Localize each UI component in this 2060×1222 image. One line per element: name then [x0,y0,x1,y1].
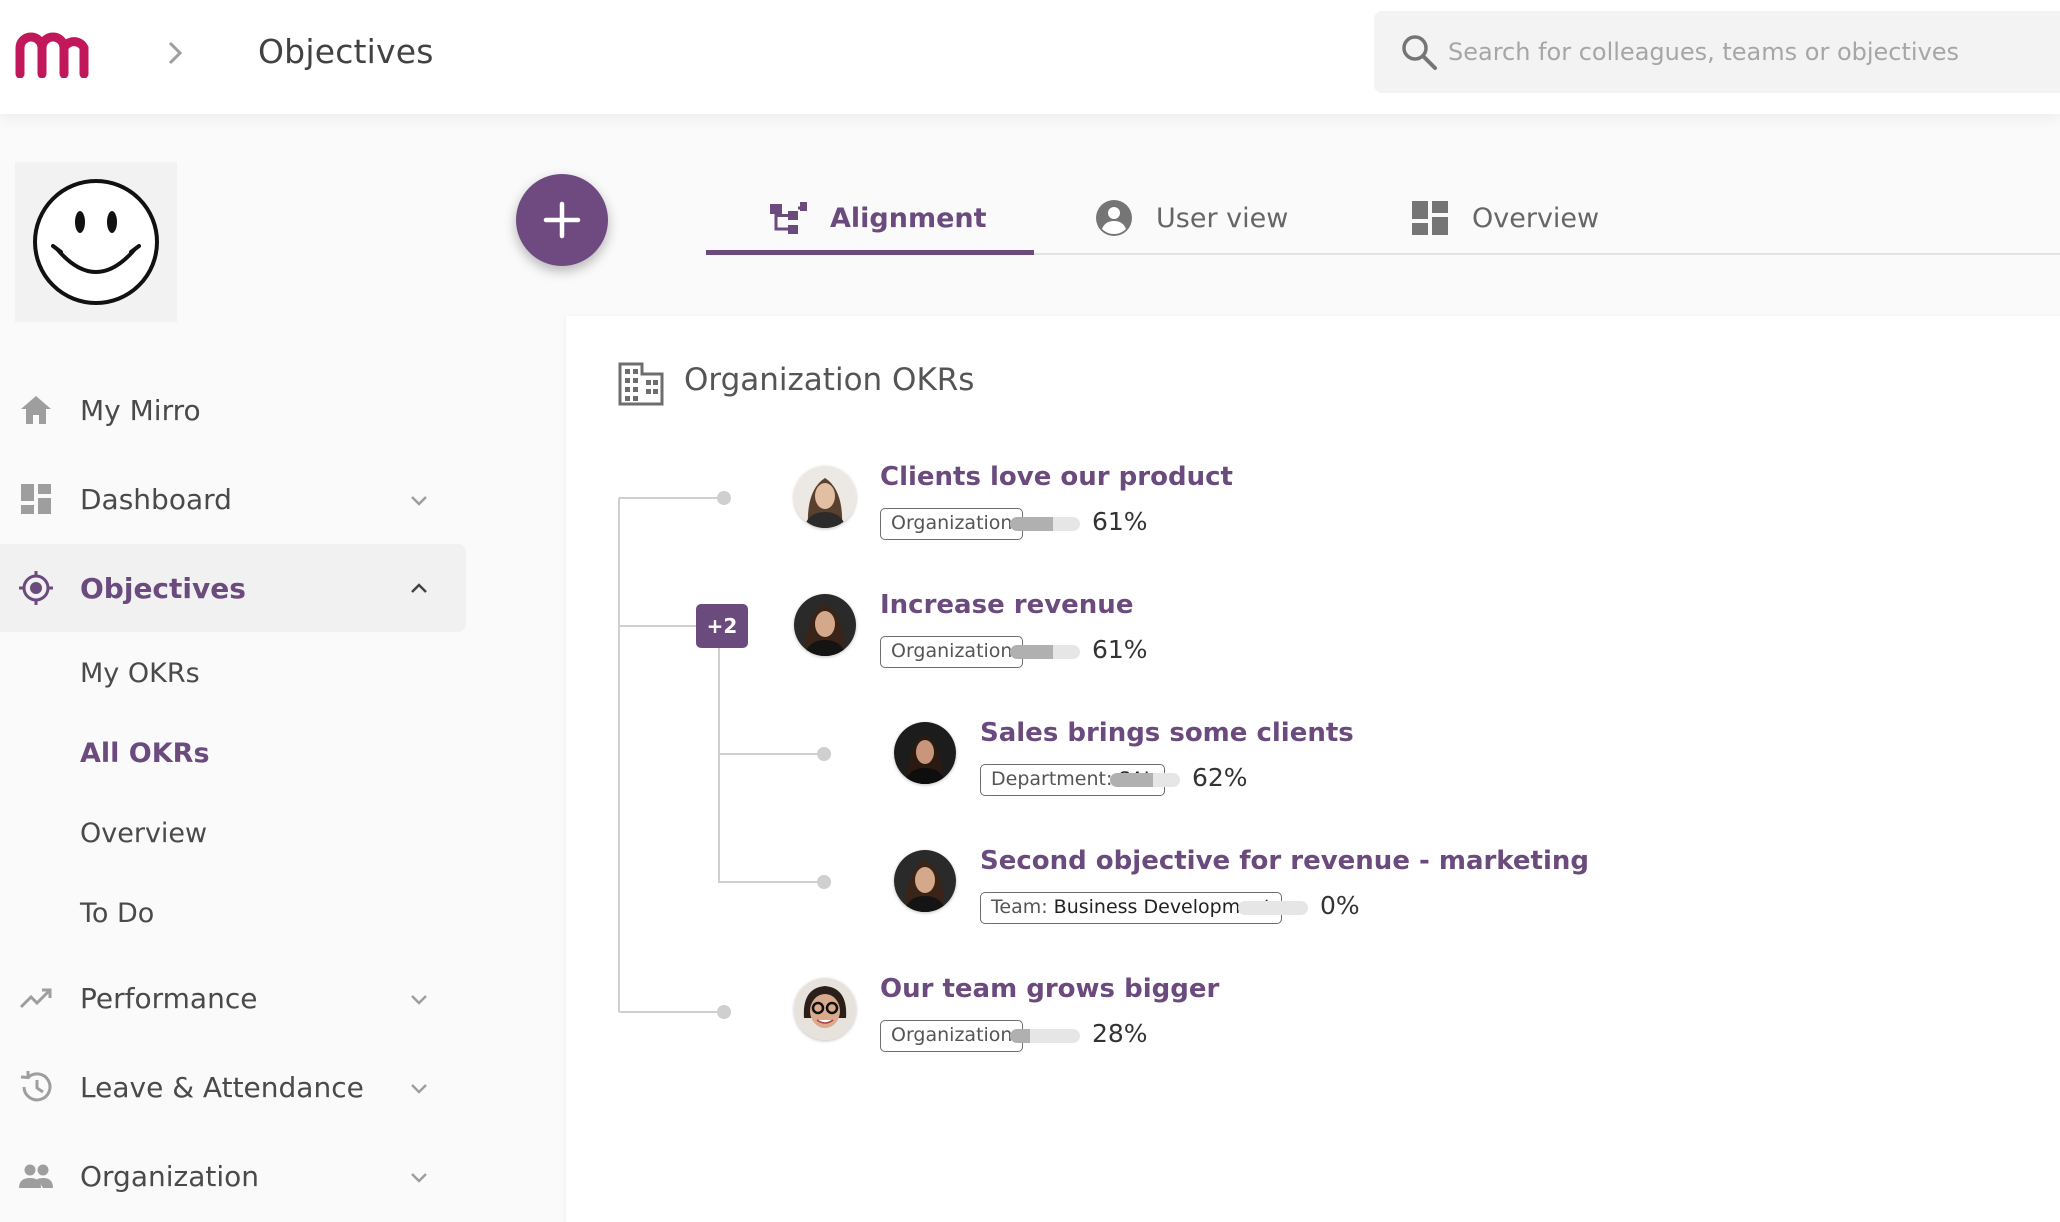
avatar[interactable] [794,594,856,656]
sidebar-subitem-to-do[interactable]: To Do [80,898,154,929]
mirro-logo[interactable] [14,26,90,78]
organization-okrs-card: Organization OKRs +2 Clients love our pr… [566,316,2060,1222]
tag-prefix: Team: [991,896,1048,918]
dashboard-icon [1412,201,1448,235]
progress-bar [1010,645,1080,659]
chevron-down-icon [411,1173,427,1183]
search-input[interactable] [1448,29,2048,75]
progress-bar-fill [1110,773,1154,787]
progress-bar [1010,517,1080,531]
building-icon [618,362,664,406]
progress-bar-fill [1010,517,1053,531]
tab-overview[interactable]: Overview [1410,180,1599,256]
tab-user-view[interactable]: User view [1094,180,1288,256]
objective-tag: Organization [880,1020,1024,1052]
avatar[interactable] [894,722,956,784]
company-logo[interactable] [15,162,177,322]
sidebar-subitem-all-okrs[interactable]: All OKRs [80,738,210,769]
tag-prefix: Department: [991,768,1113,790]
chevron-up-icon [411,583,427,593]
objective-tag: Organization [880,508,1024,540]
dashboard-icon [21,484,51,514]
trending-up-icon [19,988,52,1009]
progress-percent: 62% [1192,763,1248,792]
progress-bar [1238,901,1308,915]
progress-percent: 61% [1092,635,1148,664]
smiley-logo-icon [33,179,159,305]
objective-title[interactable]: Our team grows bigger [880,974,1219,1004]
sidebar-item-label: My Mirro [80,393,201,427]
objective-title[interactable]: Second objective for revenue - marketing [980,846,1589,876]
sidebar-subitem-my-okrs[interactable]: My OKRs [80,658,200,689]
hierarchy-icon [770,202,807,234]
user-circle-icon [1096,200,1132,236]
progress-percent: 0% [1320,891,1360,920]
sidebar-item-label: Leave & Attendance [80,1070,364,1104]
tab-label: User view [1156,202,1289,234]
progress-bar-fill [1010,645,1053,659]
sidebar-item-label: Objectives [80,571,246,605]
sidebar-item-organization[interactable]: Organization [0,1132,466,1220]
home-icon [21,396,51,424]
search-icon [1402,35,1437,70]
expand-children-badge[interactable]: +2 [696,604,748,648]
chevron-down-icon [411,496,427,506]
objective-title[interactable]: Clients love our product [880,462,1233,492]
people-icon [19,1164,53,1188]
progress-bar [1010,1029,1080,1043]
sidebar-item-objectives[interactable]: Objectives [0,544,466,632]
avatar[interactable] [794,466,856,528]
alignment-tree-connectors [618,491,831,1019]
objective-title[interactable]: Increase revenue [880,590,1133,620]
sidebar-subitem-overview[interactable]: Overview [80,818,207,849]
sidebar-item-performance[interactable]: Performance [0,954,466,1042]
avatar[interactable] [894,850,956,912]
progress-bar-fill [1010,1029,1030,1043]
sidebar-item-label: Organization [80,1159,260,1193]
tab-alignment[interactable]: Alignment [768,180,987,256]
plus-icon [543,201,581,239]
search-bar[interactable] [1374,11,2060,93]
target-icon [19,571,53,605]
chevron-down-icon [411,995,427,1005]
sidebar-item-dashboard[interactable]: Dashboard [0,455,466,543]
progress-bar [1110,773,1180,787]
avatar[interactable] [794,978,856,1040]
sidebar-item-my-mirro[interactable]: My Mirro [0,366,466,454]
objective-title[interactable]: Sales brings some clients [980,718,1354,748]
sidebar-item-label: Dashboard [80,482,232,516]
breadcrumb-chevron-icon [168,41,183,65]
top-bar: Objectives [0,0,2060,114]
history-icon [20,1071,52,1102]
add-objective-button[interactable] [516,174,608,266]
page-title: Objectives [258,32,434,71]
sidebar-item-leave-attendance[interactable]: Leave & Attendance [0,1043,466,1131]
objective-tag: Organization [880,636,1024,668]
tab-label: Overview [1472,202,1600,234]
progress-percent: 61% [1092,507,1148,536]
card-title: Organization OKRs [684,362,975,398]
chevron-down-icon [411,1084,427,1094]
progress-percent: 28% [1092,1019,1148,1048]
active-tab-indicator [706,250,1034,255]
tab-label: Alignment [830,202,987,234]
sidebar-item-label: Performance [80,981,258,1015]
